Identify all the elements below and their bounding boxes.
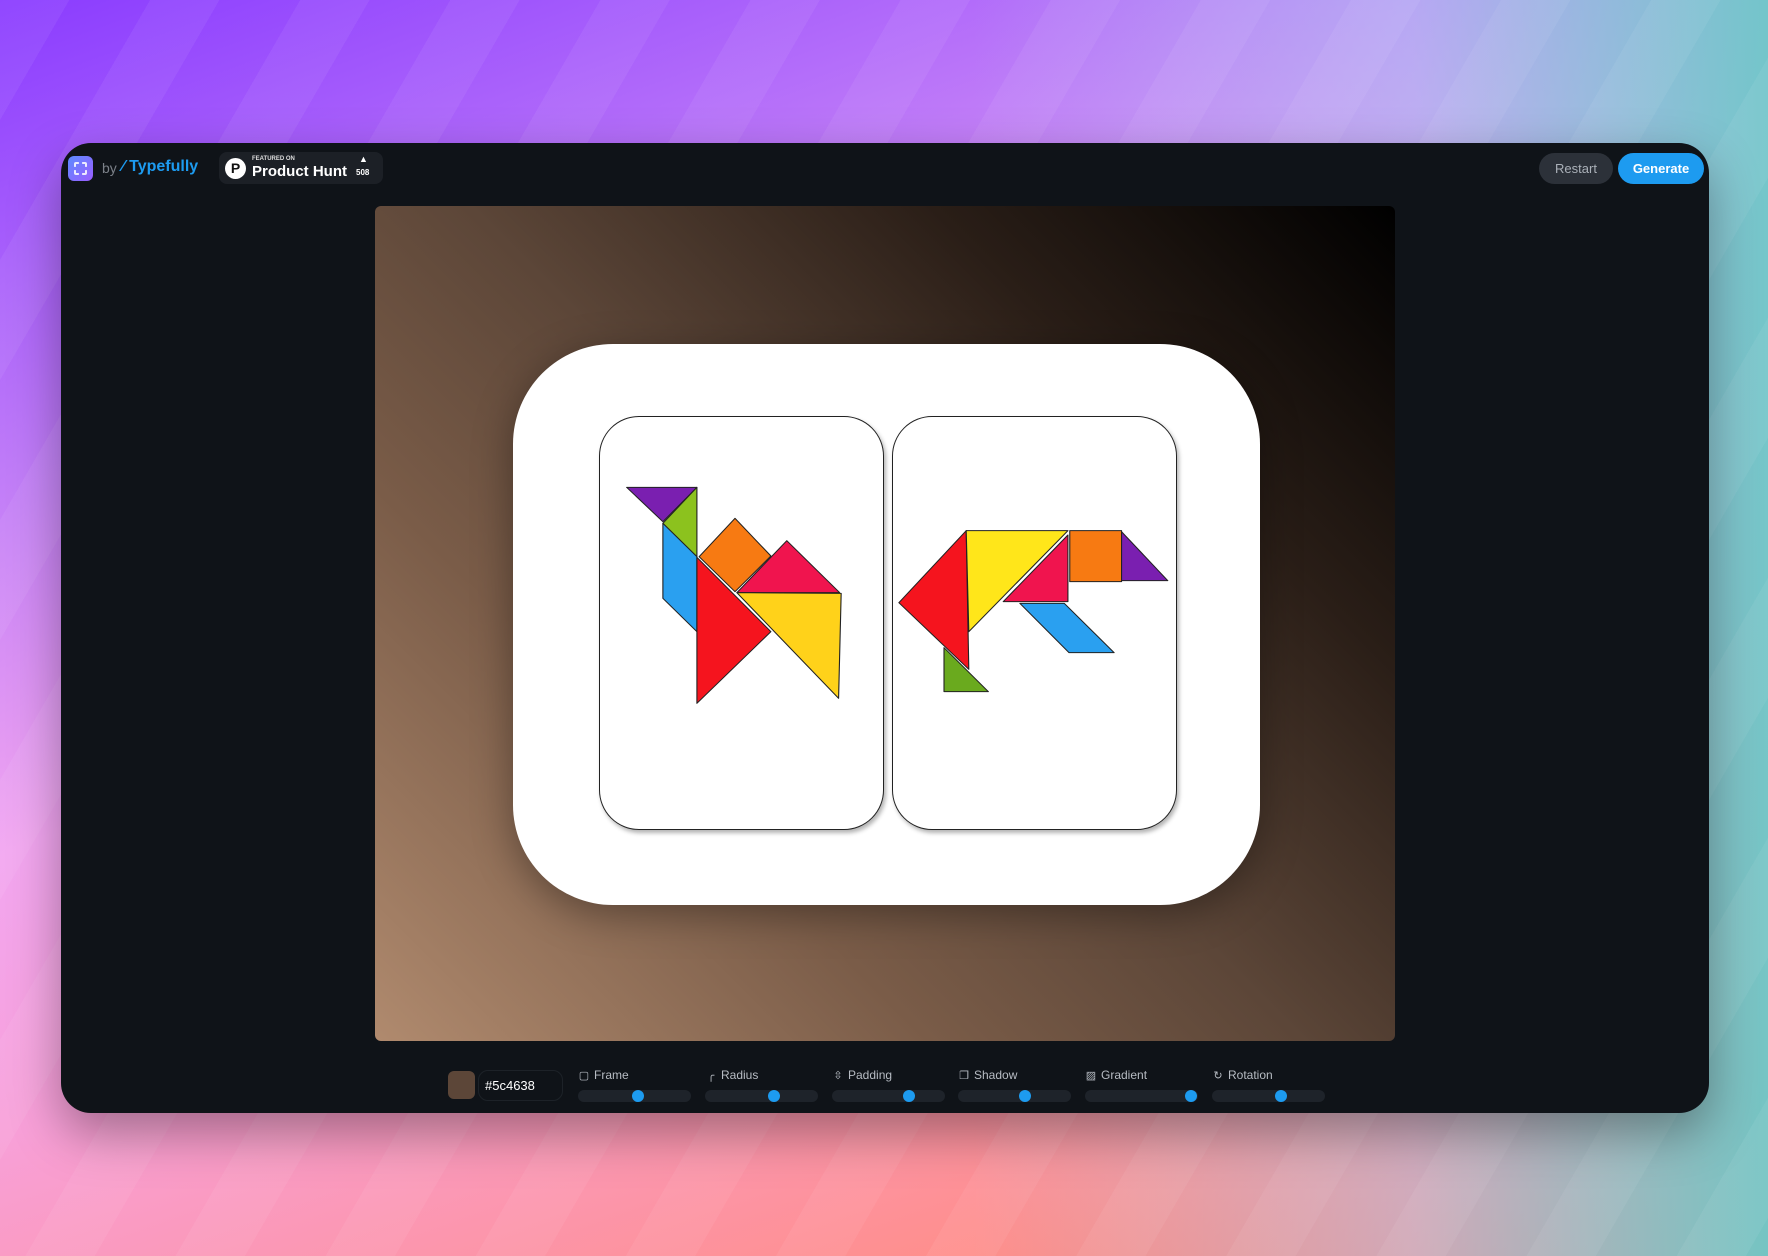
gradient-slider-thumb[interactable]	[1185, 1090, 1198, 1102]
shadow-label: Shadow	[974, 1068, 1018, 1082]
background-color-swatch[interactable]	[448, 1071, 475, 1099]
typefully-label: Typefully	[129, 158, 199, 175]
frame-label: Frame	[594, 1068, 629, 1082]
featured-on-label: FEATURED ON	[252, 156, 295, 162]
gradient-label: Gradient	[1101, 1068, 1148, 1082]
product-hunt-badge[interactable]: P FEATURED ON Product Hunt ▲ 508	[219, 152, 383, 184]
rotation-slider-thumb[interactable]	[1274, 1090, 1287, 1102]
product-hunt-icon: P	[225, 158, 246, 179]
typefully-link[interactable]: ⁄ Typefully	[122, 158, 198, 176]
rotation-slider[interactable]	[1212, 1090, 1325, 1102]
radius-label: Radius	[721, 1068, 759, 1082]
frame-label-row: ▢ Frame	[578, 1066, 691, 1084]
rotation-label-row: ↻ Rotation	[1212, 1066, 1325, 1084]
gradient-label-row: ▨ Gradient	[1085, 1066, 1198, 1084]
upvote-icon: ▲	[359, 154, 368, 164]
radius-slider[interactable]	[705, 1090, 818, 1102]
restart-button[interactable]: Restart	[1539, 153, 1613, 184]
generate-button[interactable]: Generate	[1618, 153, 1704, 184]
frame-slider[interactable]	[578, 1090, 691, 1102]
padding-slider-thumb[interactable]	[902, 1090, 915, 1102]
app-logo-icon[interactable]	[68, 156, 93, 181]
radius-control: ╭ Radius	[705, 1066, 818, 1102]
animal-orange-square	[1069, 530, 1123, 583]
animal-red-triangle	[898, 530, 970, 670]
shadow-slider[interactable]	[958, 1090, 1071, 1102]
color-hex-input[interactable]: #5c4638	[478, 1070, 563, 1101]
radius-icon: ╭	[707, 1069, 715, 1082]
frame-icon: ▢	[578, 1069, 590, 1082]
shadow-label-row: ❐ Shadow	[958, 1066, 1071, 1084]
frame-control: ▢ Frame	[578, 1066, 691, 1102]
shadow-control: ❐ Shadow	[958, 1066, 1071, 1102]
animal-purple-triangle	[1121, 531, 1169, 582]
padding-control: ⇳ Padding	[832, 1066, 945, 1102]
gradient-control: ▨ Gradient	[1085, 1066, 1198, 1102]
radius-label-row: ╭ Radius	[705, 1066, 818, 1084]
frame-slider-thumb[interactable]	[631, 1090, 644, 1102]
product-hunt-name: Product Hunt	[252, 163, 347, 180]
vote-count: 508	[356, 168, 370, 177]
tangram-image	[626, 486, 1169, 704]
shadow-slider-thumb[interactable]	[1018, 1090, 1031, 1102]
radius-slider-thumb[interactable]	[767, 1090, 780, 1102]
rotation-label: Rotation	[1228, 1068, 1273, 1082]
gradient-slider[interactable]	[1085, 1090, 1198, 1102]
padding-label: Padding	[848, 1068, 893, 1082]
animal-blue-parallelogram	[1019, 602, 1115, 654]
padding-icon: ⇳	[833, 1069, 843, 1082]
rotation-control: ↻ Rotation	[1212, 1066, 1325, 1102]
gradient-icon: ▨	[1085, 1069, 1097, 1082]
by-label: by	[102, 160, 117, 176]
rotation-icon: ↻	[1213, 1069, 1223, 1082]
padding-label-row: ⇳ Padding	[832, 1066, 945, 1084]
shadow-icon: ❐	[959, 1069, 969, 1082]
padding-slider[interactable]	[832, 1090, 945, 1102]
